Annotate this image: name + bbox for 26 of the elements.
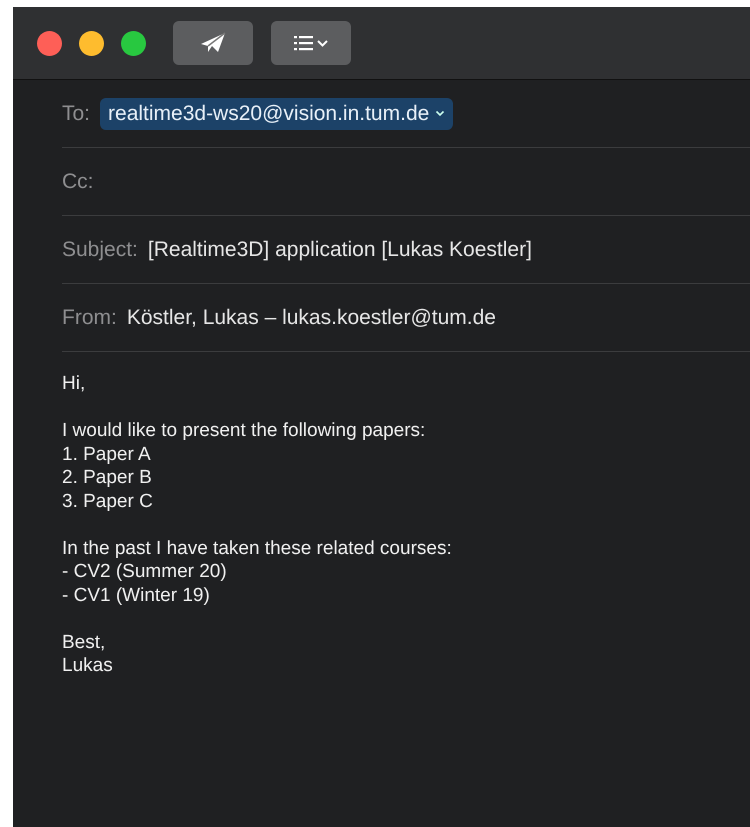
header-value[interactable]: [Realtime3D] application [Lukas Koestler] [148,238,532,262]
recipient-token[interactable]: realtime3d-ws20@vision.in.tum.de [100,98,454,130]
message-line: 1. Paper A [62,442,151,466]
message-line: - CV1 (Winter 19) [62,584,210,607]
zoom-button[interactable] [121,30,146,56]
list-icon [293,34,329,52]
minimize-button[interactable] [79,30,104,56]
header-label: Cc: [62,170,94,194]
header-label: Subject: [62,238,138,262]
message-line: - CV2 (Summer 20) [62,560,227,584]
header-value[interactable]: Köstler, Lukas – lukas.koestler@tum.de [126,306,496,330]
paper-plane-icon [200,32,226,54]
message-line: 2. Paper B [62,466,152,490]
header-label: From: [62,306,117,330]
message-body[interactable]: Hi, I would like to present the following papers: 1. Paper A 2. Paper B 3. Paper C In the past I have taken these related courses: - CV2 (Summer 20) - CV1 (Winter 19) Best, Lukas [13,352,750,701]
header-label: To: [62,102,90,126]
message-line: In the past I have taken these related courses: [62,536,452,560]
send-button[interactable] [173,21,253,65]
message-line: Lukas [62,654,113,678]
message-line: Hi, [62,372,86,396]
message-line: I would like to present the following papers: [62,419,426,442]
close-button[interactable] [37,30,62,56]
caret-icon [435,110,446,117]
message-line: 3. Paper C [62,490,153,513]
format-button[interactable] [271,21,351,65]
message-line: Best, [62,630,106,654]
